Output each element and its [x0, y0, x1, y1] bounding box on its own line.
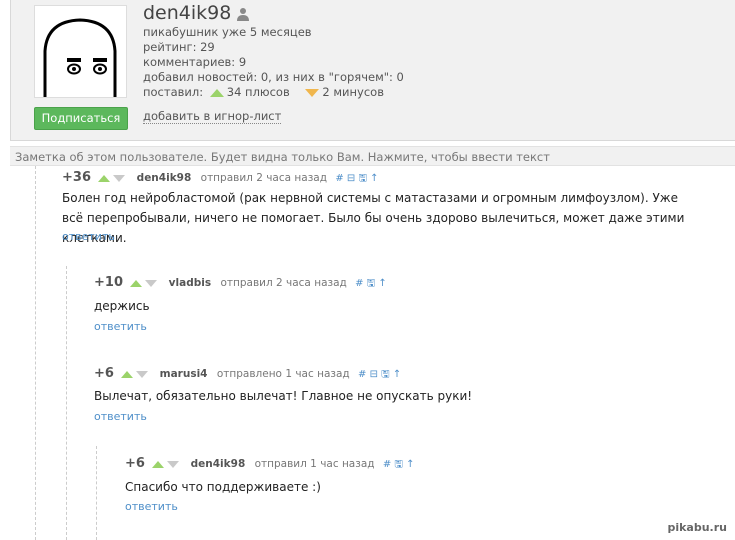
user-icon	[237, 8, 249, 21]
reply-link[interactable]: ответить	[125, 500, 178, 513]
comment-header: +10 vladbis отправил 2 часа назад # 🖫 ↑	[94, 275, 387, 291]
comment-author[interactable]: den4ik98	[137, 172, 192, 184]
vote-down-icon[interactable]	[167, 460, 180, 468]
comment-text: Болен год нейробластомой (рак нервной си…	[62, 191, 685, 245]
watermark: pikabu.ru	[667, 521, 727, 534]
vote-up-icon[interactable]	[130, 279, 143, 287]
subscribe-button[interactable]: Подписаться	[34, 107, 128, 130]
comment-score: +6	[125, 456, 145, 471]
profile-news: добавил новостей: 0, из них в "горячем":…	[143, 70, 404, 84]
profile-votes: поставил: 34 плюсов 2 минусов	[143, 85, 384, 99]
thread-line-1	[35, 166, 36, 540]
comment-score: +6	[94, 366, 114, 381]
vote-down-icon[interactable]	[113, 174, 126, 182]
profile-username: den4ik98	[143, 2, 232, 24]
user-note-field[interactable]: Заметка об этом пользователе. Будет видн…	[10, 146, 735, 166]
plus-icon	[209, 88, 224, 97]
thread-line-3	[96, 446, 97, 540]
vote-down-icon[interactable]	[145, 279, 158, 287]
ignore-link[interactable]: добавить в игнор-лист	[143, 109, 282, 124]
avatar[interactable]	[34, 5, 127, 98]
comment-time: отправил 2 часа назад	[220, 277, 347, 289]
vote-up-icon[interactable]	[152, 460, 165, 468]
comment-author[interactable]: marusi4	[160, 368, 208, 380]
comment-time: отправил 2 часа назад	[200, 172, 327, 184]
reply-link[interactable]: ответить	[62, 230, 115, 243]
comment-text: держись	[94, 299, 150, 313]
comment-time: отправлено 1 час назад	[216, 368, 350, 380]
comment-score: +10	[94, 275, 123, 290]
avatar-face-icon	[43, 18, 117, 97]
vote-up-icon[interactable]	[121, 370, 134, 378]
comment-time: отправил 1 час назад	[254, 458, 375, 470]
comment-header: +6 marusi4 отправлено 1 час назад # ⊟ 🖫 …	[94, 366, 401, 382]
comment-actions-icons[interactable]: # 🖫 ↑	[383, 459, 415, 470]
comment-actions-icons[interactable]: # ⊟ 🖫 ↑	[335, 173, 378, 184]
minus-icon	[305, 88, 320, 97]
comment-actions-icons[interactable]: # ⊟ 🖫 ↑	[358, 369, 401, 380]
comment-score: +36	[62, 170, 91, 185]
pluses-count: 34 плюсов	[226, 85, 290, 99]
profile-comments: комментариев: 9	[143, 55, 247, 69]
profile-since: пикабушник уже 5 месяцев	[143, 25, 312, 39]
comment-header: +6 den4ik98 отправил 1 час назад # 🖫 ↑	[125, 456, 415, 472]
comment-header: +36 den4ik98 отправил 2 часа назад # ⊟ 🖫…	[62, 170, 379, 186]
thread-line-2	[66, 266, 67, 540]
reply-link[interactable]: ответить	[94, 320, 147, 333]
minuses-count: 2 минусов	[322, 85, 384, 99]
vote-up-icon[interactable]	[98, 174, 111, 182]
comment-text: Вылечат, обязательно вылечат! Главное не…	[94, 389, 473, 403]
comment-actions-icons[interactable]: # 🖫 ↑	[355, 278, 387, 289]
votes-label: поставил:	[143, 85, 204, 99]
comment-author[interactable]: den4ik98	[191, 458, 246, 470]
profile-panel: den4ik98 пикабушник уже 5 месяцев рейтин…	[10, 0, 735, 141]
comment-author[interactable]: vladbis	[169, 277, 211, 289]
profile-rating: рейтинг: 29	[143, 40, 215, 54]
comment-text: Спасибо что поддерживаете :)	[125, 480, 321, 494]
vote-down-icon[interactable]	[136, 370, 149, 378]
reply-link[interactable]: ответить	[94, 410, 147, 423]
